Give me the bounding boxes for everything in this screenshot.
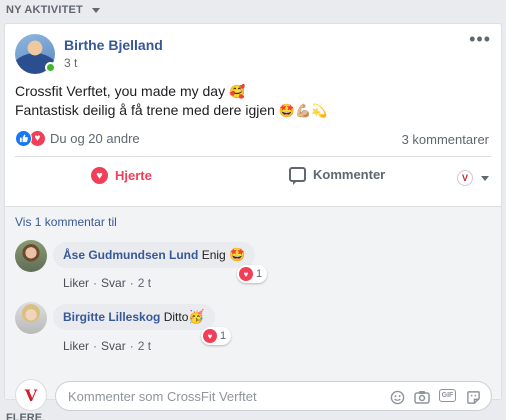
comments-count-link[interactable]: 3 kommentarer bbox=[402, 132, 489, 147]
reply-link[interactable]: Svar bbox=[101, 339, 126, 353]
section-title: NY AKTIVITET bbox=[6, 4, 83, 16]
comment-time[interactable]: 2 t bbox=[138, 339, 151, 353]
reaction-summary[interactable]: ♥ Du og 20 andre bbox=[15, 130, 140, 147]
star-struck-emoji: 🤩💪🏼💫 bbox=[278, 103, 328, 118]
online-status-icon bbox=[45, 62, 56, 73]
heart-icon: ♥ bbox=[203, 329, 217, 343]
comment-bubble: Åse Gudmundsen Lund Enig 🤩 bbox=[53, 242, 256, 268]
like-link[interactable]: Liker bbox=[63, 339, 89, 353]
post-time[interactable]: 3 t bbox=[64, 56, 77, 70]
view-more-comments-link[interactable]: Vis 1 kommentar til bbox=[15, 215, 117, 229]
comment-icon bbox=[289, 167, 306, 185]
separator: · bbox=[93, 339, 98, 353]
comment-actions: Liker · Svar · 2 t bbox=[63, 339, 151, 353]
comment-reaction-badge[interactable]: ♥ 1 bbox=[237, 265, 268, 283]
comment-actions: Liker · Svar · 2 t bbox=[63, 276, 151, 290]
post-author[interactable]: Birthe Bjelland bbox=[64, 37, 163, 53]
chevron-down-icon[interactable] bbox=[91, 8, 100, 13]
post-line-1: Crossfit Verftet, you made my day bbox=[15, 83, 226, 99]
crossfit-verftet-logo: V bbox=[457, 170, 473, 186]
comment-time[interactable]: 2 t bbox=[138, 276, 151, 290]
section-header[interactable]: NY AKTIVITET bbox=[6, 2, 100, 18]
comment-text: Enig bbox=[201, 248, 226, 262]
emoji-icon[interactable] bbox=[389, 389, 405, 405]
comments-section: Vis 1 kommentar til Åse Gudmundsen Lund … bbox=[5, 206, 501, 411]
gif-icon[interactable]: GIF bbox=[439, 389, 456, 402]
separator: · bbox=[93, 276, 98, 290]
page-switcher[interactable]: V bbox=[457, 170, 489, 186]
heart-icon: ♥ bbox=[239, 267, 253, 281]
composer-tools: GIF bbox=[389, 389, 481, 405]
comment-reaction-count: 1 bbox=[220, 330, 227, 342]
heart-label: Hjerte bbox=[115, 168, 152, 183]
separator: · bbox=[129, 339, 134, 353]
comment-input[interactable] bbox=[68, 388, 318, 404]
comment-label: Kommenter bbox=[313, 167, 386, 182]
comment-bubble: Birgitte Lilleskog Ditto🥳 bbox=[53, 304, 215, 330]
smiling-hearts-emoji: 🥰 bbox=[228, 84, 246, 99]
commenter-avatar[interactable] bbox=[15, 302, 47, 334]
separator: · bbox=[129, 276, 134, 290]
reactions-text: Du og 20 andre bbox=[50, 131, 140, 146]
commenter-name[interactable]: Birgitte Lilleskog bbox=[63, 310, 160, 324]
post-text: Crossfit Verftet, you made my day 🥰 Fant… bbox=[15, 82, 327, 120]
next-section-title: FLERE bbox=[6, 412, 43, 420]
camera-icon[interactable] bbox=[414, 389, 430, 405]
comment-button[interactable]: Kommenter bbox=[289, 167, 386, 185]
commenter-name[interactable]: Åse Gudmundsen Lund bbox=[63, 248, 198, 262]
chevron-down-icon bbox=[481, 176, 489, 181]
more-options-button[interactable]: ••• bbox=[469, 30, 491, 48]
comment-text: Ditto bbox=[163, 310, 189, 324]
heart-button[interactable]: ♥ Hjerte bbox=[91, 167, 152, 184]
comment-reaction-badge[interactable]: ♥ 1 bbox=[201, 327, 232, 345]
star-struck-emoji: 🤩 bbox=[229, 247, 246, 262]
page-avatar: V bbox=[15, 379, 47, 411]
post-line-2: Fantastisk deilig å få trene med dere ig… bbox=[15, 102, 275, 118]
post-card: Birthe Bjelland 3 t ••• Crossfit Verftet… bbox=[4, 23, 502, 411]
commenter-avatar[interactable] bbox=[15, 240, 47, 272]
divider bbox=[15, 156, 491, 157]
like-link[interactable]: Liker bbox=[63, 276, 89, 290]
partying-face-emoji: 🥳 bbox=[188, 309, 205, 324]
comment-composer[interactable]: GIF bbox=[55, 381, 492, 411]
comment-reaction-count: 1 bbox=[256, 268, 263, 280]
sticker-icon[interactable] bbox=[465, 389, 481, 405]
heart-icon: ♥ bbox=[91, 167, 108, 184]
like-reaction-icon bbox=[15, 130, 32, 147]
reply-link[interactable]: Svar bbox=[101, 276, 126, 290]
